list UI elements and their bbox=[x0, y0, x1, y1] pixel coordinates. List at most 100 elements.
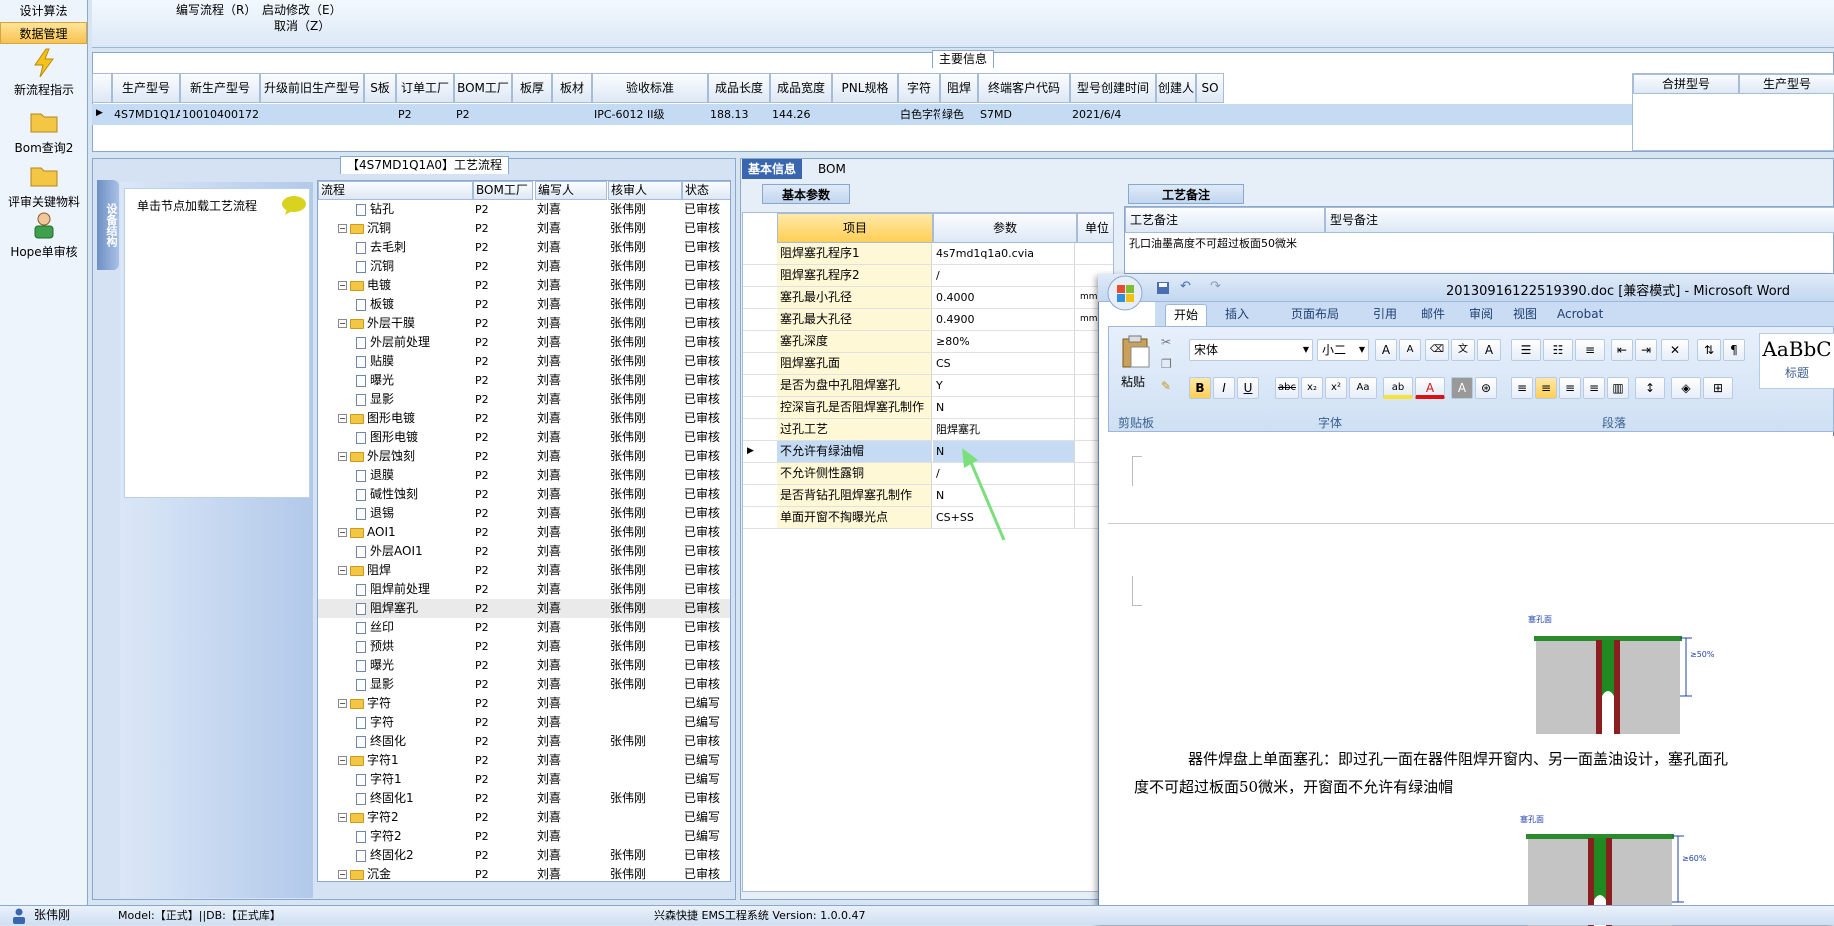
increase-indent-button[interactable]: ⇥ bbox=[1635, 339, 1657, 361]
main-col-header[interactable]: 升级前旧生产型号 bbox=[260, 73, 364, 103]
phonetic-button[interactable]: 文 bbox=[1451, 339, 1475, 361]
show-marks-button[interactable]: ¶ bbox=[1723, 339, 1745, 361]
param-value[interactable]: 0.4900 bbox=[933, 309, 1075, 330]
tree-row[interactable]: 丝印 P2 刘喜 张伟刚 已审核 bbox=[318, 618, 730, 637]
tree-node[interactable]: 碱性蚀刻 bbox=[356, 485, 473, 504]
tree-node[interactable]: 外层前处理 bbox=[356, 333, 473, 352]
main-col-header[interactable]: 终端客户代码 bbox=[978, 73, 1070, 103]
param-value[interactable]: 0.4000 bbox=[933, 287, 1075, 308]
tree-node[interactable]: − 字符 bbox=[338, 694, 473, 713]
param-value[interactable]: / bbox=[933, 265, 1075, 286]
tree-row[interactable]: 字符 P2 刘喜 已编写 bbox=[318, 713, 730, 732]
format-painter-icon[interactable]: ✎ bbox=[1161, 379, 1171, 393]
enclose-char-button[interactable]: ⊛ bbox=[1475, 377, 1497, 399]
main-col-header[interactable]: 创建人 bbox=[1156, 73, 1196, 103]
word-tab[interactable]: Acrobat bbox=[1549, 304, 1611, 326]
param-row[interactable]: 塞孔深度 ≥80% bbox=[743, 331, 1113, 353]
tree-row[interactable]: 终固化 P2 刘喜 张伟刚 已审核 bbox=[318, 732, 730, 751]
tree-row[interactable]: 图形电镀 P2 刘喜 张伟刚 已审核 bbox=[318, 428, 730, 447]
menu-write-process[interactable]: 编写流程（R） bbox=[176, 1, 256, 18]
nav-key-material[interactable]: 评审关键物料 bbox=[0, 160, 87, 210]
tree-node[interactable]: 去毛刺 bbox=[356, 238, 473, 257]
tree-node[interactable]: 钻孔 bbox=[356, 200, 473, 219]
main-col-header[interactable]: SO bbox=[1196, 73, 1224, 103]
tree-node[interactable]: − 沉铜 bbox=[338, 219, 473, 238]
tree-node[interactable]: − 字符1 bbox=[338, 751, 473, 770]
main-row-cell[interactable]: IPC-6012 II级 bbox=[592, 104, 708, 125]
main-col-header[interactable]: 成品宽度 bbox=[770, 73, 832, 103]
tree-row[interactable]: 曝光 P2 刘喜 张伟刚 已审核 bbox=[318, 371, 730, 390]
collapse-icon[interactable]: − bbox=[338, 756, 347, 765]
tree-row[interactable]: − 字符1 P2 刘喜 已编写 bbox=[318, 751, 730, 770]
tree-node[interactable]: − 沉金 bbox=[338, 865, 473, 881]
word-tab[interactable]: 引用 bbox=[1365, 304, 1405, 326]
main-row-cell[interactable]: 绿色 bbox=[940, 104, 978, 125]
align-left-button[interactable]: ≡ bbox=[1511, 377, 1533, 399]
param-row[interactable]: ▶ 不允许有绿油帽 N bbox=[743, 441, 1113, 463]
main-col-header[interactable]: PNL规格 bbox=[832, 73, 898, 103]
nav-design-algorithm[interactable]: 设计算法 bbox=[0, 0, 87, 22]
tree-row[interactable]: − 字符2 P2 刘喜 已编写 bbox=[318, 808, 730, 827]
menu-cancel[interactable]: 取消（Z） bbox=[274, 17, 330, 34]
cut-icon[interactable]: ✂ bbox=[1161, 335, 1171, 349]
change-case-button[interactable]: Aa bbox=[1349, 377, 1377, 399]
tree-row[interactable]: 外层前处理 P2 刘喜 张伟刚 已审核 bbox=[318, 333, 730, 352]
subscript-button[interactable]: x₂ bbox=[1301, 377, 1323, 399]
justify-button[interactable]: ≡ bbox=[1583, 377, 1605, 399]
shrink-font-button[interactable]: A bbox=[1399, 339, 1421, 361]
main-row-cell[interactable]: 2021/6/4 bbox=[1070, 104, 1156, 125]
paste-label[interactable]: 粘贴 bbox=[1121, 373, 1145, 390]
main-row-cell[interactable]: 白色字符 bbox=[898, 104, 940, 125]
param-value[interactable]: CS bbox=[933, 353, 1075, 374]
line-spacing-button[interactable]: ↕ bbox=[1635, 377, 1665, 399]
tree-node[interactable]: 图形电镀 bbox=[356, 428, 473, 447]
param-row[interactable]: 不允许侧性露铜 / bbox=[743, 463, 1113, 485]
menu-start-modify[interactable]: 启动修改（E） bbox=[262, 1, 342, 18]
tab-bom[interactable]: BOM bbox=[812, 159, 852, 179]
word-document[interactable]: 塞孔面 ≥50% 器件焊盘上单面塞孔：即过孔一面在器件阻焊开窗内、另一面盖油设计… bbox=[1108, 436, 1834, 926]
char-shading-button[interactable]: A bbox=[1451, 377, 1473, 399]
tree-row[interactable]: − 外层蚀刻 P2 刘喜 张伟刚 已审核 bbox=[318, 447, 730, 466]
param-row[interactable]: 阻焊塞孔程序2/ bbox=[743, 265, 1113, 287]
collapse-icon[interactable]: − bbox=[338, 870, 347, 879]
tree-node[interactable]: 沉铜 bbox=[356, 257, 473, 276]
param-row[interactable]: 是否为盘中孔阻焊塞孔 Y bbox=[743, 375, 1113, 397]
tree-row[interactable]: − 沉铜 P2 刘喜 张伟刚 已审核 bbox=[318, 219, 730, 238]
superscript-button[interactable]: x² bbox=[1325, 377, 1347, 399]
tree-row[interactable]: 阻焊塞孔 P2 刘喜 张伟刚 已审核 bbox=[318, 599, 730, 618]
tree-node[interactable]: 终固化1 bbox=[356, 789, 473, 808]
main-col-header[interactable]: 验收标准 bbox=[592, 73, 708, 103]
collapse-icon[interactable]: − bbox=[338, 414, 347, 423]
align-center-button[interactable]: ≡ bbox=[1535, 377, 1557, 399]
tree-row[interactable]: 字符2 P2 刘喜 已编写 bbox=[318, 827, 730, 846]
tree-row[interactable]: 钻孔 P2 刘喜 张伟刚 已审核 bbox=[318, 200, 730, 219]
tree-node[interactable]: 终固化2 bbox=[356, 846, 473, 865]
tree-node[interactable]: 显影 bbox=[356, 390, 473, 409]
main-col-header[interactable]: 板厚 bbox=[512, 73, 552, 103]
redo-icon[interactable]: ↷ bbox=[1210, 279, 1221, 294]
tree-row[interactable]: 碱性蚀刻 P2 刘喜 张伟刚 已审核 bbox=[318, 485, 730, 504]
equipment-structure-tab[interactable]: 设备结构 bbox=[97, 180, 119, 270]
param-row[interactable]: 阻焊塞孔程序1 4s7md1q1a0.cvia bbox=[743, 243, 1113, 265]
main-col-header[interactable]: 生产型号 bbox=[112, 73, 180, 103]
tree-row[interactable]: 外层AOI1 P2 刘喜 张伟刚 已审核 bbox=[318, 542, 730, 561]
main-col-header[interactable]: 阻焊 bbox=[940, 73, 978, 103]
grow-font-button[interactable]: A bbox=[1375, 339, 1397, 361]
main-row-cell[interactable] bbox=[832, 104, 898, 125]
paste-icon[interactable] bbox=[1121, 335, 1151, 369]
tree-node[interactable]: − 字符2 bbox=[338, 808, 473, 827]
main-col-header[interactable]: 新生产型号 bbox=[180, 73, 260, 103]
main-row-cell[interactable]: 188.13 bbox=[708, 104, 770, 125]
save-icon[interactable] bbox=[1156, 281, 1170, 295]
subtab-basic-params[interactable]: 基本参数 bbox=[762, 184, 850, 204]
underline-button[interactable]: U bbox=[1237, 377, 1259, 399]
main-row-cell[interactable] bbox=[512, 104, 552, 125]
tree-row[interactable]: − 电镀 P2 刘喜 张伟刚 已审核 bbox=[318, 276, 730, 295]
tree-col-header[interactable]: 状态 bbox=[682, 181, 730, 200]
param-row[interactable]: 单面开窗不掏曝光点 CS+SS bbox=[743, 507, 1113, 529]
collapse-icon[interactable]: − bbox=[338, 566, 347, 575]
main-row-cell[interactable] bbox=[260, 104, 364, 125]
tree-row[interactable]: 显影 P2 刘喜 张伟刚 已审核 bbox=[318, 390, 730, 409]
clear-format-button[interactable]: ⌫ bbox=[1425, 339, 1449, 361]
main-row-cell[interactable] bbox=[552, 104, 592, 125]
